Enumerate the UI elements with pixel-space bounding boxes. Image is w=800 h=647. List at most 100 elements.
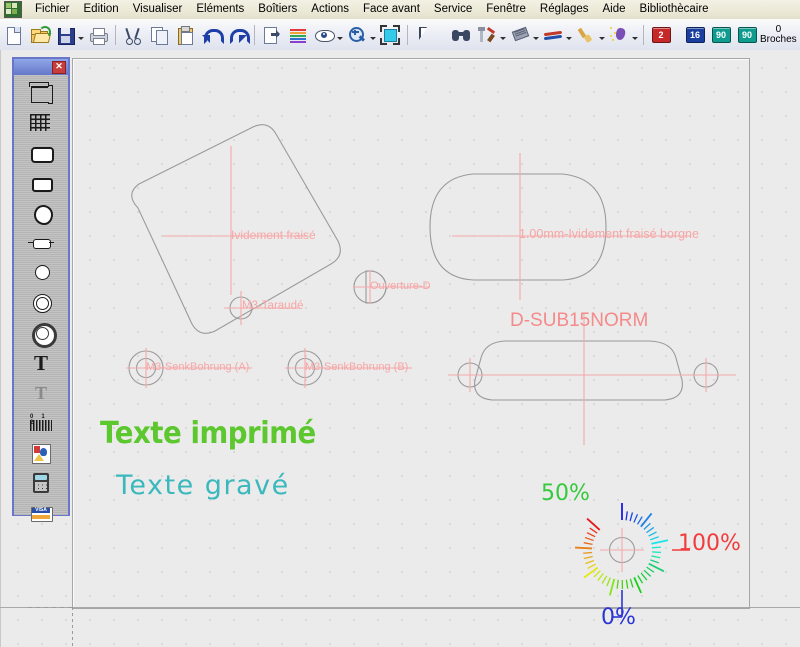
menu-item-edition[interactable]: Edition bbox=[77, 1, 126, 18]
drill-icon bbox=[510, 25, 530, 45]
main-toolbar: 2 16 90 90 0 Broches STOP 1, < sans nom … bbox=[0, 19, 800, 51]
preview-dropdown-arrow-icon[interactable] bbox=[337, 25, 344, 45]
label-freeform-cutout-1: Ividement fraisé bbox=[231, 228, 316, 242]
paste-button[interactable] bbox=[173, 23, 197, 47]
undo-button[interactable] bbox=[199, 23, 224, 47]
palette-tool-engraved-text[interactable]: T bbox=[16, 378, 66, 408]
wire-icon bbox=[543, 25, 563, 45]
magic-wand-icon bbox=[609, 25, 629, 45]
dsub-connector-icon bbox=[28, 232, 54, 254]
menu-item-service[interactable]: Service bbox=[427, 1, 479, 18]
fit-to-screen-icon bbox=[380, 24, 400, 45]
new-document-icon bbox=[3, 25, 23, 45]
palette-body: T T 0 1 2 VISA bbox=[14, 75, 68, 522]
design-canvas[interactable]: Ividement fraisé 1.00mm-Ividement fraisé… bbox=[0, 50, 800, 647]
drill-button[interactable] bbox=[508, 23, 532, 47]
palette-tool-image[interactable] bbox=[16, 438, 66, 468]
layers-button[interactable] bbox=[286, 23, 310, 47]
palette-tool-counterbore[interactable] bbox=[16, 318, 66, 348]
palette-tool-scale[interactable]: 0 1 2 bbox=[16, 408, 66, 438]
menu-item-boitiers[interactable]: Boîtiers bbox=[251, 1, 304, 18]
palette-tool-printed-text[interactable]: T bbox=[16, 348, 66, 378]
palette-tool-payment[interactable]: VISA bbox=[16, 498, 66, 528]
drill-dropdown-arrow-icon[interactable] bbox=[533, 25, 540, 45]
magic-dropdown-arrow-icon[interactable] bbox=[632, 25, 639, 45]
palette-title-bar[interactable]: ✕ bbox=[14, 59, 68, 75]
menu-item-elements[interactable]: Eléments bbox=[189, 1, 251, 18]
menu-item-aide[interactable]: Aide bbox=[596, 1, 633, 18]
grid-icon bbox=[28, 112, 54, 134]
tools-button[interactable] bbox=[475, 23, 499, 47]
chip-button-90-a[interactable]: 90 bbox=[709, 23, 733, 47]
cut-button[interactable] bbox=[121, 23, 145, 47]
fit-to-screen-button[interactable] bbox=[378, 23, 402, 47]
export-button[interactable] bbox=[260, 23, 284, 47]
magic-wand-button[interactable] bbox=[607, 23, 631, 47]
brush-dropdown-arrow-icon[interactable] bbox=[599, 25, 606, 45]
gauge-label-0: 0% bbox=[601, 605, 636, 630]
undo-icon bbox=[201, 27, 224, 44]
printed-text-object[interactable]: Texte imprimé bbox=[100, 416, 316, 451]
select-tool-button[interactable] bbox=[413, 23, 437, 47]
menu-item-visualiser[interactable]: Visualiser bbox=[126, 1, 190, 18]
wire-dropdown-arrow-icon[interactable] bbox=[566, 25, 573, 45]
menu-item-actions[interactable]: Actions bbox=[304, 1, 356, 18]
palette-tool-countersink[interactable] bbox=[16, 288, 66, 318]
copy-button[interactable] bbox=[147, 23, 171, 47]
new-document-button[interactable] bbox=[1, 23, 25, 47]
palette-tool-dsub[interactable] bbox=[16, 228, 66, 258]
chip-button-90-b[interactable]: 90 bbox=[735, 23, 759, 47]
open-file-button[interactable] bbox=[27, 23, 52, 47]
palette-tool-calculator[interactable] bbox=[16, 468, 66, 498]
scale-ruler-icon: 0 1 2 bbox=[28, 412, 54, 434]
palette-tool-panel-dimensions[interactable] bbox=[16, 78, 66, 108]
preview-button[interactable] bbox=[312, 23, 336, 47]
count-chip-blue: 16 bbox=[685, 26, 705, 43]
freeform-shape-icon bbox=[28, 202, 54, 225]
chip-button-2[interactable]: 2 bbox=[649, 23, 673, 47]
tools-dropdown-arrow-icon[interactable] bbox=[500, 25, 507, 45]
countersink-icon bbox=[28, 292, 54, 314]
redo-button[interactable] bbox=[225, 23, 250, 47]
count-chip-teal-a: 90 bbox=[711, 26, 731, 43]
label-countersink-b: M3-SenkBohrung (B) bbox=[305, 361, 409, 373]
counterbore-icon bbox=[28, 322, 57, 348]
save-button[interactable] bbox=[53, 23, 77, 47]
menu-item-fichier[interactable]: Fichier bbox=[28, 1, 77, 18]
print-icon bbox=[88, 25, 108, 45]
menu-item-fenetre[interactable]: Fenêtre bbox=[479, 1, 533, 18]
save-dropdown-arrow-icon[interactable] bbox=[78, 25, 85, 45]
palette-tool-grid[interactable] bbox=[16, 108, 66, 138]
zoom-button[interactable] bbox=[345, 23, 369, 47]
close-icon[interactable]: ✕ bbox=[52, 60, 66, 74]
brush-button[interactable] bbox=[574, 23, 598, 47]
engraved-text-object[interactable]: Texte gravé bbox=[116, 470, 290, 501]
pointer-icon bbox=[415, 25, 435, 45]
wire-button[interactable] bbox=[541, 23, 565, 47]
label-dsub-cutout: D-SUB15NORM bbox=[510, 310, 649, 331]
zoom-dropdown-arrow-icon[interactable] bbox=[370, 25, 377, 45]
label-opening-d: Ouverture-D bbox=[370, 280, 431, 292]
redo-icon bbox=[229, 27, 250, 44]
eye-icon bbox=[314, 25, 335, 45]
palette-tool-freeform[interactable] bbox=[16, 198, 66, 228]
toolbar-separator bbox=[407, 24, 408, 45]
menu-item-bibliothecaire[interactable]: Bibliothècaire bbox=[633, 1, 716, 18]
palette-tool-circle[interactable] bbox=[16, 258, 66, 288]
engraved-text-icon: T bbox=[34, 383, 47, 403]
save-disk-icon bbox=[55, 25, 75, 45]
chip-button-16[interactable]: 16 bbox=[683, 23, 707, 47]
search-button[interactable] bbox=[449, 23, 473, 47]
menu-item-reglages[interactable]: Réglages bbox=[533, 1, 596, 18]
palette-tool-rounded-rect[interactable] bbox=[16, 138, 66, 168]
printed-text-icon: T bbox=[33, 350, 48, 375]
palette-tool-rect[interactable] bbox=[16, 168, 66, 198]
print-button[interactable] bbox=[86, 23, 110, 47]
zoom-icon bbox=[347, 25, 367, 45]
count-chip-teal-b: 90 bbox=[737, 26, 757, 43]
tools-icon bbox=[477, 25, 497, 45]
pin-count-display: 0 Broches bbox=[760, 24, 797, 45]
menu-item-face-avant[interactable]: Face avant bbox=[356, 1, 427, 18]
canvas-left-edge bbox=[0, 50, 1, 647]
front-panel-outline[interactable] bbox=[72, 58, 750, 609]
